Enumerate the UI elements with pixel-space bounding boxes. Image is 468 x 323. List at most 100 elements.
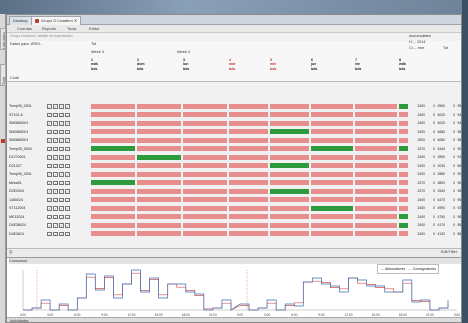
schedule-cell[interactable] [91,180,135,186]
schedule-cell[interactable] [311,163,353,169]
schedule-cell[interactable] [91,146,135,152]
row-checkbox[interactable]: ✓ [53,231,58,236]
row-checkbox[interactable]: ✓ [59,180,64,185]
schedule-cell[interactable] [355,180,397,186]
row-checkbox[interactable]: ✓ [59,206,64,211]
schedule-cell[interactable] [91,163,135,169]
table-row[interactable]: SM0865001✓✓✓✓25000408009880 [9,137,461,143]
schedule-cell[interactable] [183,231,227,237]
schedule-cell[interactable] [355,214,397,220]
schedule-cell[interactable] [229,197,268,203]
schedule-cell[interactable] [183,180,227,186]
table-row[interactable]: D21327✓✓✓✓24000203006640 [9,163,461,169]
schedule-cell[interactable] [183,120,227,126]
schedule-cell[interactable] [91,129,135,135]
schedule-cell[interactable] [355,137,397,143]
schedule-cell[interactable] [183,146,227,152]
schedule-cell[interactable] [399,222,408,228]
schedule-cell[interactable] [270,180,309,186]
schedule-cell[interactable] [270,222,309,228]
row-checkbox[interactable]: ✓ [59,214,64,219]
schedule-cell[interactable] [355,231,397,237]
schedule-cell[interactable] [229,103,268,109]
schedule-cell[interactable] [183,129,227,135]
row-checkbox[interactable]: ✓ [47,129,52,134]
row-checkbox[interactable]: ✓ [65,172,70,177]
row-checkbox[interactable]: ✓ [47,138,52,143]
schedule-cell[interactable] [137,103,181,109]
row-checkbox[interactable]: ✓ [59,223,64,228]
row-checkbox[interactable]: ✓ [53,180,58,185]
schedule-cell[interactable] [91,112,135,118]
schedule-cell[interactable] [399,163,408,169]
schedule-cell[interactable] [355,146,397,152]
table-row[interactable]: D2E2004✓✓✓✓23700254009676 [9,188,461,194]
schedule-cell[interactable] [229,112,268,118]
row-checkbox[interactable]: ✓ [59,155,64,160]
row-checkbox[interactable]: ✓ [59,112,64,117]
row-checkbox[interactable]: ✓ [47,180,52,185]
schedule-cell[interactable] [229,154,268,160]
row-checkbox[interactable]: ✓ [53,129,58,134]
schedule-cell[interactable] [183,112,227,118]
schedule-cell[interactable] [229,180,268,186]
schedule-cell[interactable] [399,146,408,152]
schedule-cell[interactable] [229,163,268,169]
row-checkbox[interactable]: ✓ [65,231,70,236]
schedule-cell[interactable] [270,120,309,126]
row-checkbox[interactable]: ✓ [47,231,52,236]
schedule-cell[interactable] [399,197,408,203]
schedule-cell[interactable] [183,222,227,228]
row-checkbox[interactable]: ✓ [47,121,52,126]
row-checkbox[interactable]: ✓ [65,112,70,117]
row-checkbox[interactable]: ✓ [53,223,58,228]
menu-reports[interactable]: Reports [42,25,56,32]
schedule-cell[interactable] [137,197,181,203]
schedule-cell[interactable] [137,205,181,211]
schedule-cell[interactable] [91,171,135,177]
schedule-cell[interactable] [229,231,268,237]
menu-editor[interactable]: Editor [89,25,99,32]
menu-tools[interactable]: Tools [67,25,76,32]
table-row[interactable]: ST101 A✓✓✓✓24000402009460 [9,112,461,118]
schedule-cell[interactable] [229,205,268,211]
schedule-cell[interactable] [311,180,353,186]
schedule-cell[interactable] [355,205,397,211]
schedule-cell[interactable] [137,231,181,237]
schedule-cell[interactable] [311,214,353,220]
schedule-cell[interactable] [183,188,227,194]
schedule-cell[interactable] [270,129,309,135]
schedule-cell[interactable] [183,171,227,177]
row-checkbox[interactable]: ✓ [53,189,58,194]
schedule-cell[interactable] [355,129,397,135]
row-checkbox[interactable]: ✓ [59,163,64,168]
row-checkbox[interactable]: ✓ [53,197,58,202]
schedule-cell[interactable] [270,146,309,152]
row-checkbox[interactable]: ✓ [65,223,70,228]
row-checkbox[interactable]: ✓ [59,121,64,126]
schedule-cell[interactable] [91,205,135,211]
schedule-cell[interactable] [183,214,227,220]
schedule-cell[interactable] [137,222,181,228]
row-checkbox[interactable]: ✓ [53,214,58,219]
tab-desktop[interactable]: Desktop [9,16,32,25]
row-checkbox[interactable]: ✓ [53,206,58,211]
schedule-cell[interactable] [137,154,181,160]
row-checkbox[interactable]: ✓ [59,189,64,194]
schedule-cell[interactable] [399,214,408,220]
schedule-cell[interactable] [311,231,353,237]
menu-cuentas[interactable]: Cuentas [17,25,32,32]
schedule-cell[interactable] [399,231,408,237]
row-checkbox[interactable]: ✓ [47,189,52,194]
schedule-cell[interactable] [91,154,135,160]
tab-grupo[interactable]: Grupo O Livadero ✕ [31,16,82,25]
schedule-cell[interactable] [229,171,268,177]
row-checkbox[interactable]: ✓ [53,138,58,143]
schedule-cell[interactable] [137,180,181,186]
row-checkbox[interactable]: ✓ [53,104,58,109]
schedule-cell[interactable] [183,163,227,169]
schedule-cell[interactable] [399,171,408,177]
table-row[interactable]: D1270001✓✓✓✓24000395009140 [9,154,461,160]
schedule-cell[interactable] [183,103,227,109]
row-checkbox[interactable]: ✓ [59,138,64,143]
